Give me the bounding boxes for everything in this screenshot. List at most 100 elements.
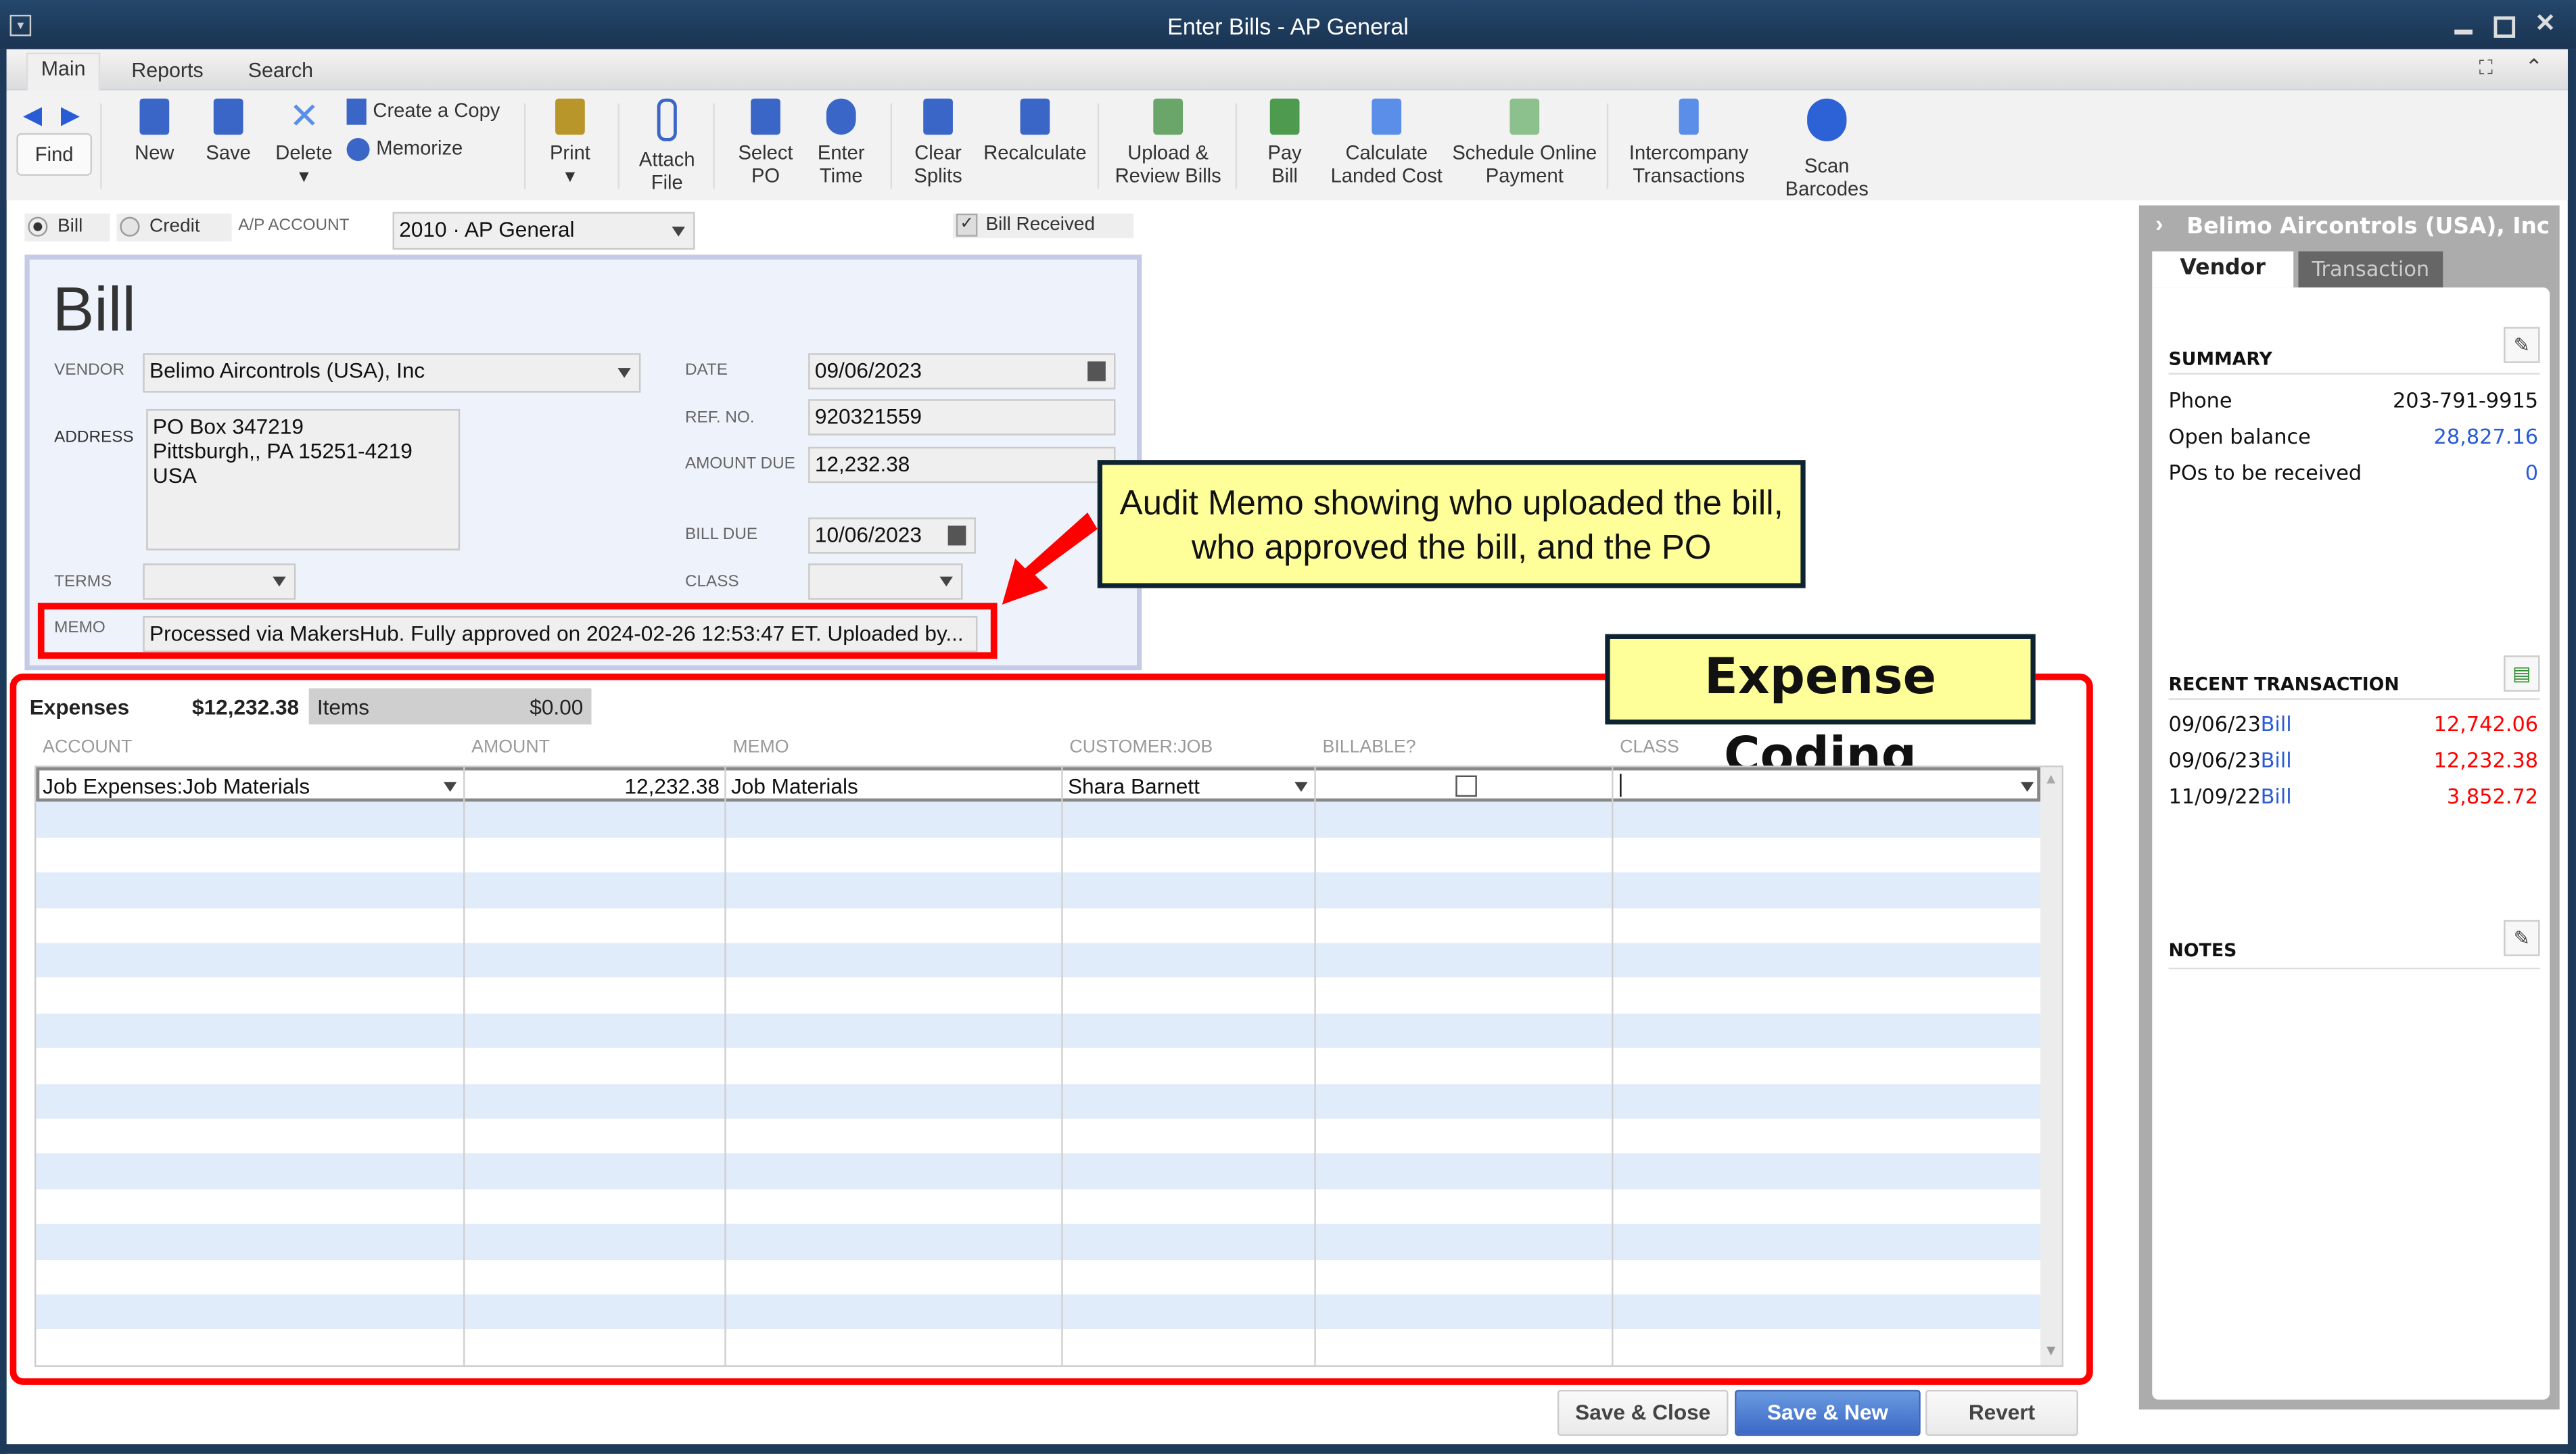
tab-items[interactable]: Items $0.00 <box>308 688 592 725</box>
vendor-tab-panel: ✎ SUMMARY Phone 203-791-9915 Open balanc… <box>2152 287 2550 1400</box>
tab-reports[interactable]: Reports <box>118 56 216 86</box>
column-header-memo[interactable]: MEMO <box>732 738 789 757</box>
report-icon[interactable]: ▤ <box>2504 655 2540 692</box>
pay-bill-button[interactable]: Pay Bill <box>1255 98 1314 187</box>
save-close-button[interactable]: Save & Close <box>1557 1390 1729 1436</box>
create-copy-button[interactable]: Create a Copy <box>346 98 500 125</box>
customer-job-cell[interactable]: Shara Barnett <box>1068 774 1200 798</box>
scan-barcodes-button[interactable]: Scan Barcodes <box>1781 98 1873 200</box>
close-button[interactable]: ✕ <box>2535 8 2556 38</box>
table-row[interactable] <box>36 1259 2041 1295</box>
edit-pencil-icon[interactable]: ✎ <box>2504 327 2540 363</box>
attach-file-button[interactable]: Attach File <box>631 98 703 194</box>
delete-x-icon: ✕ <box>289 95 320 137</box>
account-cell[interactable]: Job Expenses:Job Materials <box>43 774 310 798</box>
table-row[interactable] <box>36 1294 2041 1330</box>
scroll-up-icon[interactable]: ▲ <box>2044 770 2059 787</box>
chevron-right-icon[interactable]: › <box>2155 210 2163 237</box>
recent-bill-link[interactable]: Bill <box>2261 784 2292 808</box>
table-row[interactable] <box>36 978 2041 1014</box>
tab-expenses[interactable]: Expenses $12,232.38 <box>23 688 306 725</box>
sidebar-tab-transaction[interactable]: Transaction <box>2298 251 2443 288</box>
address-label: ADDRESS <box>54 429 134 447</box>
previous-arrow-icon[interactable]: ◀ <box>23 100 42 130</box>
table-row[interactable] <box>36 1330 2041 1365</box>
calculate-landed-cost-button[interactable]: Calculate Landed Cost <box>1328 98 1446 187</box>
table-row[interactable] <box>36 1013 2041 1049</box>
column-header-amount[interactable]: AMOUNT <box>471 738 550 757</box>
edit-notes-pencil-icon[interactable]: ✎ <box>2504 920 2540 956</box>
bill-due-field[interactable]: 10/06/2023 <box>808 517 976 554</box>
clear-splits-button[interactable]: Clear Splits <box>905 98 970 187</box>
class-cell[interactable] <box>1620 774 1622 797</box>
revert-button[interactable]: Revert <box>1925 1390 2078 1436</box>
print-button[interactable]: Print ▾ <box>540 98 599 187</box>
memo-cell[interactable]: Job Materials <box>731 774 858 798</box>
table-row[interactable] <box>36 1119 2041 1154</box>
recent-bill-link[interactable]: Bill <box>2261 711 2292 736</box>
credit-radio[interactable]: Credit <box>116 213 232 242</box>
table-row[interactable] <box>36 1224 2041 1260</box>
calendar-icon[interactable] <box>947 525 966 546</box>
date-field[interactable]: 09/06/2023 <box>808 353 1116 390</box>
recalculate-button[interactable]: Recalculate <box>983 98 1087 164</box>
memo-field[interactable]: Processed via MakersHub. Fully approved … <box>143 615 978 653</box>
schedule-online-payment-button[interactable]: Schedule Online Payment <box>1449 98 1600 187</box>
table-row[interactable] <box>36 802 2041 838</box>
column-header-account[interactable]: ACCOUNT <box>43 738 132 757</box>
column-header-customer-job[interactable]: CUSTOMER:JOB <box>1069 738 1213 757</box>
paperclip-icon <box>657 98 677 141</box>
minimize-button[interactable] <box>2454 29 2473 35</box>
table-row[interactable] <box>36 837 2041 873</box>
expand-icon[interactable]: ⛶ <box>2479 56 2493 80</box>
copy-icon <box>346 98 367 125</box>
calendar-icon[interactable] <box>1087 361 1106 381</box>
table-row[interactable] <box>36 1048 2041 1084</box>
recent-bill-link[interactable]: Bill <box>2261 747 2292 772</box>
table-row[interactable] <box>36 872 2041 908</box>
select-po-button[interactable]: Select PO <box>732 98 798 187</box>
table-row[interactable] <box>36 1083 2041 1119</box>
chevron-down-icon[interactable] <box>2020 782 2034 792</box>
class-select[interactable] <box>808 563 963 600</box>
column-divider <box>1612 767 1614 1365</box>
table-row[interactable] <box>36 908 2041 943</box>
table-row[interactable] <box>36 1189 2041 1225</box>
open-balance-link[interactable]: 28,827.16 <box>2434 424 2539 448</box>
scroll-down-icon[interactable]: ▼ <box>2044 1342 2059 1359</box>
terms-select[interactable] <box>143 563 296 600</box>
maximize-button[interactable] <box>2493 16 2516 38</box>
column-header-class[interactable]: CLASS <box>1620 738 1679 757</box>
intercompany-transactions-button[interactable]: Intercompany Transactions <box>1623 98 1754 187</box>
delete-button[interactable]: ✕ Delete ▾ <box>271 95 337 187</box>
save-new-button[interactable]: Save & New <box>1735 1390 1921 1436</box>
table-row[interactable]: Job Expenses:Job Materials 12,232.38 Job… <box>36 767 2041 803</box>
column-header-billable[interactable]: BILLABLE? <box>1323 738 1416 757</box>
scrollbar[interactable]: ▲ ▼ <box>2040 767 2062 1365</box>
bill-received-checkbox[interactable]: ✓ Bill Received <box>952 213 1134 239</box>
bill-radio[interactable]: Bill <box>24 213 110 242</box>
memorize-button[interactable]: Memorize <box>346 137 463 161</box>
next-arrow-icon[interactable]: ▶ <box>61 100 80 130</box>
vendor-select[interactable]: Belimo Aircontrols (USA), Inc <box>143 353 641 393</box>
ref-no-field[interactable]: 920321559 <box>808 399 1116 436</box>
amount-cell[interactable]: 12,232.38 <box>470 774 720 798</box>
collapse-ribbon-icon[interactable]: ⌃ <box>2525 54 2543 80</box>
upload-review-bills-button[interactable]: Upload & Review Bills <box>1110 98 1225 187</box>
billable-checkbox[interactable] <box>1455 775 1477 797</box>
enter-time-button[interactable]: Enter Time <box>808 98 874 187</box>
address-field[interactable]: PO Box 347219 Pittsburgh,, PA 15251-4219 U… <box>146 408 461 550</box>
table-row[interactable] <box>36 943 2041 979</box>
tab-main[interactable]: Main <box>26 52 101 93</box>
new-button[interactable]: New <box>125 98 184 164</box>
chevron-down-icon[interactable] <box>1294 782 1308 792</box>
ap-account-select[interactable]: 2010 · AP General <box>392 212 695 250</box>
save-button[interactable]: Save <box>199 98 258 164</box>
tab-search[interactable]: Search <box>235 56 326 86</box>
amount-due-field[interactable]: 12,232.38 <box>808 446 1116 484</box>
chevron-down-icon[interactable] <box>443 782 457 792</box>
pos-link[interactable]: 0 <box>2525 460 2538 484</box>
sidebar-tab-vendor[interactable]: Vendor <box>2152 251 2294 288</box>
table-row[interactable] <box>36 1154 2041 1190</box>
find-button[interactable]: Find <box>16 133 93 176</box>
